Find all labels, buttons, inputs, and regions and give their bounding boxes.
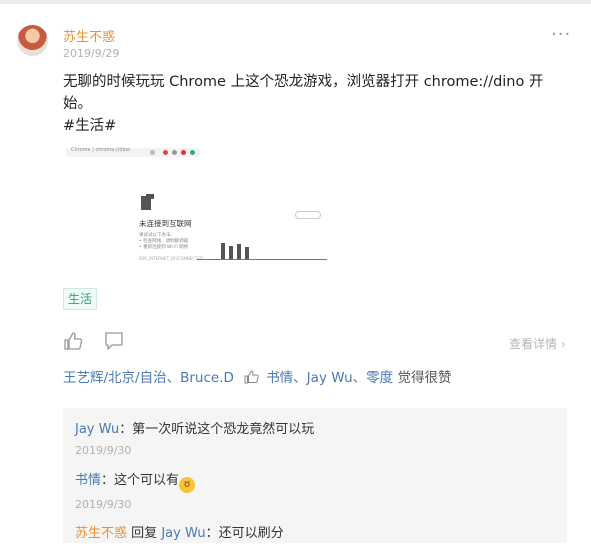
cactus-icon (221, 243, 225, 260)
cactus-icon (229, 246, 233, 260)
comment-sep: ： (119, 422, 133, 437)
comment-sep: ： (205, 526, 219, 541)
grin-emoji-icon: ʊ (179, 477, 196, 493)
more-options-icon[interactable]: ··· (551, 24, 571, 45)
comment-text: 这个可以有 (114, 473, 180, 488)
offline-title: 未连接到互联网 (139, 219, 192, 228)
comment-sep: ： (101, 473, 115, 488)
post-content: 无聊的时候玩玩 Chrome 上这个恐龙游戏，浏览器打开 chrome://di… (63, 71, 563, 137)
address-bar: Chrome | chrome://dino (66, 147, 200, 157)
post-hashtag[interactable]: #生活# (63, 115, 563, 137)
thumbs-up-icon[interactable] (63, 331, 83, 351)
comment-author[interactable]: Jay Wu (75, 422, 119, 437)
post-image[interactable]: Chrome | chrome://dino 未连接到互联网 请试试以下办法： … (63, 145, 328, 267)
view-details-label: 查看详情 (509, 337, 558, 351)
ground-line (197, 259, 327, 260)
topic-tag[interactable]: 生活 (63, 288, 98, 310)
reply-to-name[interactable]: Jay Wu (161, 526, 205, 541)
comment-item: 书情：这个可以有 ʊ (75, 471, 196, 493)
liker-names[interactable]: 王艺辉/北京/自治、Bruce.D (63, 370, 234, 386)
comment-text: 还可以刷分 (218, 526, 284, 541)
cactus-icon (237, 244, 241, 260)
post-author[interactable]: 苏生不惑 (63, 26, 115, 45)
chevron-right-icon: › (560, 337, 566, 351)
browser-icon (150, 150, 155, 155)
post-date: 2019/9/29 (63, 47, 120, 60)
top-bar (0, 0, 591, 4)
offline-tips: 请试试以下办法： • 检查网线、调制解调器 • 重新连接到 Wi-Fi 网络 (139, 233, 188, 251)
browser-icon (172, 150, 177, 155)
thumbs-up-small-icon (244, 370, 259, 384)
error-code: ERR_INTERNET_DISCONNECTED (139, 256, 204, 261)
address-text: Chrome | chrome://dino (71, 147, 131, 153)
dino-icon (141, 194, 154, 210)
comment-author[interactable]: 书情 (75, 473, 101, 488)
comment-text: 第一次听说这个恐龙竟然可以玩 (132, 422, 315, 437)
comment-icon[interactable] (104, 331, 124, 351)
likes-suffix: 觉得很赞 (397, 370, 452, 386)
browser-icon (181, 150, 186, 155)
offline-tip: • 重新连接到 Wi-Fi 网络 (139, 245, 189, 250)
cloud-icon (295, 211, 321, 219)
post-text-line: 始。 (63, 96, 92, 112)
comments-box: Jay Wu：第一次听说这个恐龙竟然可以玩 2019/9/30 书情：这个可以有… (63, 408, 567, 543)
browser-icon (190, 150, 195, 155)
view-details-link[interactable]: 查看详情 › (509, 335, 566, 352)
liker-names[interactable]: 书情、Jay Wu、零度 (266, 370, 393, 386)
comment-date: 2019/9/30 (75, 498, 132, 511)
comment-item: Jay Wu：第一次听说这个恐龙竟然可以玩 (75, 420, 314, 440)
avatar[interactable] (17, 25, 48, 56)
comment-date: 2019/9/30 (75, 444, 132, 457)
reply-word: 回复 (131, 526, 158, 541)
browser-icon (163, 150, 168, 155)
likes-line: 王艺辉/北京/自治、Bruce.D 书情、Jay Wu、零度 觉得很赞 (63, 368, 451, 388)
comment-item: 苏生不惑 回复 Jay Wu：还可以刷分 (75, 524, 284, 544)
post-text-line: 无聊的时候玩玩 Chrome 上这个恐龙游戏，浏览器打开 chrome://di… (63, 74, 544, 90)
comment-author[interactable]: 苏生不惑 (75, 526, 127, 541)
